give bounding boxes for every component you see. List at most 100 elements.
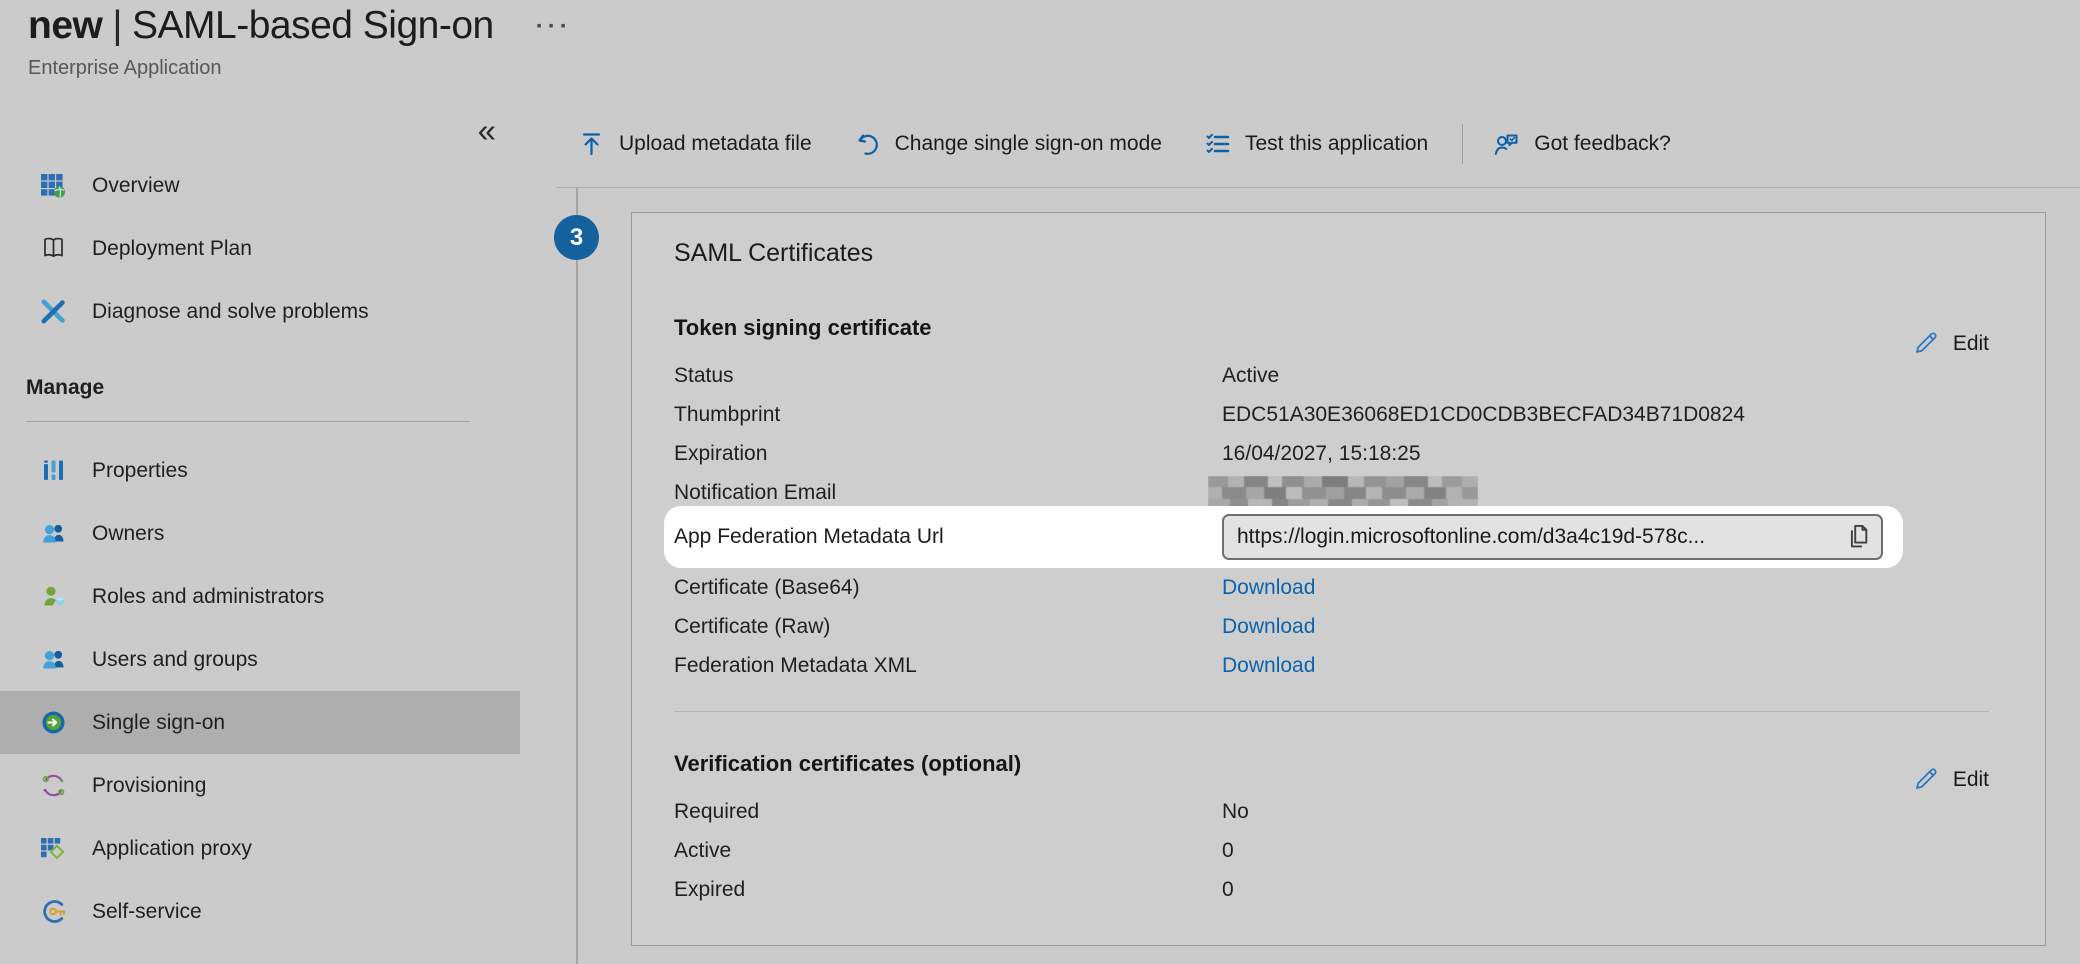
collapse-sidebar-icon[interactable]: « xyxy=(478,114,496,147)
page-subtitle: Enterprise Application xyxy=(28,57,572,80)
row-label: Notification Email xyxy=(674,481,1222,505)
row-label: Certificate (Raw) xyxy=(674,615,1222,639)
saml-certificates-card: SAML Certificates Token signing certific… xyxy=(631,212,2046,946)
edit-pencil-icon xyxy=(1912,766,1939,793)
undo-arrow-icon xyxy=(854,131,881,158)
copy-icon[interactable] xyxy=(1843,522,1873,552)
sidebar-divider xyxy=(26,421,470,422)
required-row: Required No xyxy=(674,792,1989,831)
row-label: Expiration xyxy=(674,442,1222,466)
people-icon xyxy=(40,520,67,547)
test-application-button[interactable]: Test this application xyxy=(1204,131,1428,158)
upload-icon xyxy=(578,131,605,158)
got-feedback-button[interactable]: Got feedback? xyxy=(1493,131,1671,158)
certificate-raw-row: Certificate (Raw) Download xyxy=(674,607,1989,646)
edit-label: Edit xyxy=(1953,332,1989,356)
person-cube-icon xyxy=(40,583,67,610)
redacted-email-value xyxy=(1208,476,1989,510)
federation-metadata-xml-row: Federation Metadata XML Download xyxy=(674,646,1989,685)
sidebar-item-deployment-plan[interactable]: Deployment Plan xyxy=(0,217,520,280)
sidebar-item-provisioning[interactable]: Provisioning xyxy=(0,754,520,817)
toolbar-item-label: Upload metadata file xyxy=(619,132,812,156)
app-name: new xyxy=(28,4,102,47)
verification-section-header: Verification certificates (optional) Edi… xyxy=(674,750,1989,778)
step-connector-line xyxy=(576,188,578,964)
tools-icon xyxy=(40,298,67,325)
sidebar-item-label: Overview xyxy=(92,174,180,198)
toolbar-item-label: Test this application xyxy=(1245,132,1428,156)
edit-pencil-icon xyxy=(1912,330,1939,357)
card-title: SAML Certificates xyxy=(674,239,1989,268)
content-pane: Upload metadata file Change single sign-… xyxy=(520,100,2080,964)
sidebar-item-application-proxy[interactable]: Application proxy xyxy=(0,817,520,880)
edit-token-certificate-button[interactable]: Edit xyxy=(1912,330,1989,357)
sidebar-item-properties[interactable]: Properties xyxy=(0,439,520,502)
edit-verification-certificates-button[interactable]: Edit xyxy=(1912,766,1989,793)
sidebar-item-label: Application proxy xyxy=(92,837,252,861)
expiration-row: Expiration 16/04/2027, 15:18:25 xyxy=(674,434,1989,473)
row-label: Expired xyxy=(674,878,1222,902)
sidebar-item-label: Provisioning xyxy=(92,774,206,798)
sidebar-item-label: Users and groups xyxy=(92,648,258,672)
token-certificate-rows: Status Active Thumbprint EDC51A30E36068E… xyxy=(674,356,1989,685)
title-separator: | xyxy=(112,4,122,47)
toolbar: Upload metadata file Change single sign-… xyxy=(520,100,2080,188)
sidebar-item-owners[interactable]: Owners xyxy=(0,502,520,565)
thumbprint-value: EDC51A30E36068ED1CD0CDB3BECFAD34B71D0824 xyxy=(1222,403,1989,427)
overview-grid-globe-icon xyxy=(40,172,67,199)
person-feedback-icon xyxy=(1493,131,1520,158)
row-label: Federation Metadata XML xyxy=(674,654,1222,678)
metadata-url-input[interactable]: https://login.microsoftonline.com/d3a4c1… xyxy=(1222,514,1883,560)
sidebar-item-roles[interactable]: Roles and administrators xyxy=(0,565,520,628)
card-section-divider xyxy=(674,711,1989,712)
sidebar-item-single-sign-on[interactable]: Single sign-on xyxy=(0,691,520,754)
expiration-value: 16/04/2027, 15:18:25 xyxy=(1222,442,1989,466)
sidebar-item-label: Self-service xyxy=(92,900,202,924)
sidebar-item-label: Diagnose and solve problems xyxy=(92,300,369,324)
sidebar-item-label: Single sign-on xyxy=(92,711,225,735)
edit-label: Edit xyxy=(1953,768,1989,792)
row-label: Certificate (Base64) xyxy=(674,576,1222,600)
sidebar-item-diagnose[interactable]: Diagnose and solve problems xyxy=(0,280,520,343)
sso-main-area: 3 SAML Certificates Token signing certif… xyxy=(520,188,2080,964)
toolbar-divider xyxy=(1462,124,1463,164)
sign-in-icon xyxy=(40,709,67,736)
expired-row: Expired 0 xyxy=(674,870,1989,909)
change-sso-mode-button[interactable]: Change single sign-on mode xyxy=(854,131,1162,158)
sidebar-item-label: Owners xyxy=(92,522,164,546)
book-icon xyxy=(40,235,67,262)
blade-name: SAML-based Sign-on xyxy=(132,4,494,47)
more-menu-icon[interactable]: ··· xyxy=(536,13,572,41)
status-row: Status Active xyxy=(674,356,1989,395)
sidebar-item-self-service[interactable]: Self-service xyxy=(0,880,520,943)
page-title: new|SAML-based Sign-on xyxy=(28,4,494,48)
sidebar-section-manage: Manage xyxy=(26,368,520,408)
row-label: Required xyxy=(674,800,1222,824)
saml-sign-on-page: new|SAML-based Sign-on ··· Enterprise Ap… xyxy=(0,0,2080,964)
status-value: Active xyxy=(1222,364,1989,388)
download-raw-link[interactable]: Download xyxy=(1222,615,1989,639)
sidebar-nav: Overview Deployment Plan Diagnose and so… xyxy=(0,154,520,943)
sidebar-item-label: Deployment Plan xyxy=(92,237,252,261)
people-icon xyxy=(40,646,67,673)
sidebar-item-users-groups[interactable]: Users and groups xyxy=(0,628,520,691)
step-badge: 3 xyxy=(554,215,599,260)
upload-metadata-button[interactable]: Upload metadata file xyxy=(578,131,812,158)
key-icon xyxy=(40,898,67,925)
verification-section-heading: Verification certificates (optional) xyxy=(674,750,1021,778)
download-federation-xml-link[interactable]: Download xyxy=(1222,654,1989,678)
properties-bars-icon xyxy=(40,457,67,484)
metadata-url-value: https://login.microsoftonline.com/d3a4c1… xyxy=(1237,525,1837,549)
row-label: App Federation Metadata Url xyxy=(674,525,1222,549)
active-row: Active 0 xyxy=(674,831,1989,870)
sync-icon xyxy=(40,772,67,799)
token-section-header: Token signing certificate Edit xyxy=(674,314,1989,342)
download-base64-link[interactable]: Download xyxy=(1222,576,1989,600)
active-value: 0 xyxy=(1222,839,1989,863)
sidebar-item-label: Roles and administrators xyxy=(92,585,324,609)
verification-rows: Required No Active 0 Expired 0 xyxy=(674,792,1989,909)
token-section-heading: Token signing certificate xyxy=(674,314,932,342)
certificate-base64-row: Certificate (Base64) Download xyxy=(674,568,1989,607)
app-federation-metadata-url-row: App Federation Metadata Url https://logi… xyxy=(674,506,1989,568)
sidebar-item-overview[interactable]: Overview xyxy=(0,154,520,217)
